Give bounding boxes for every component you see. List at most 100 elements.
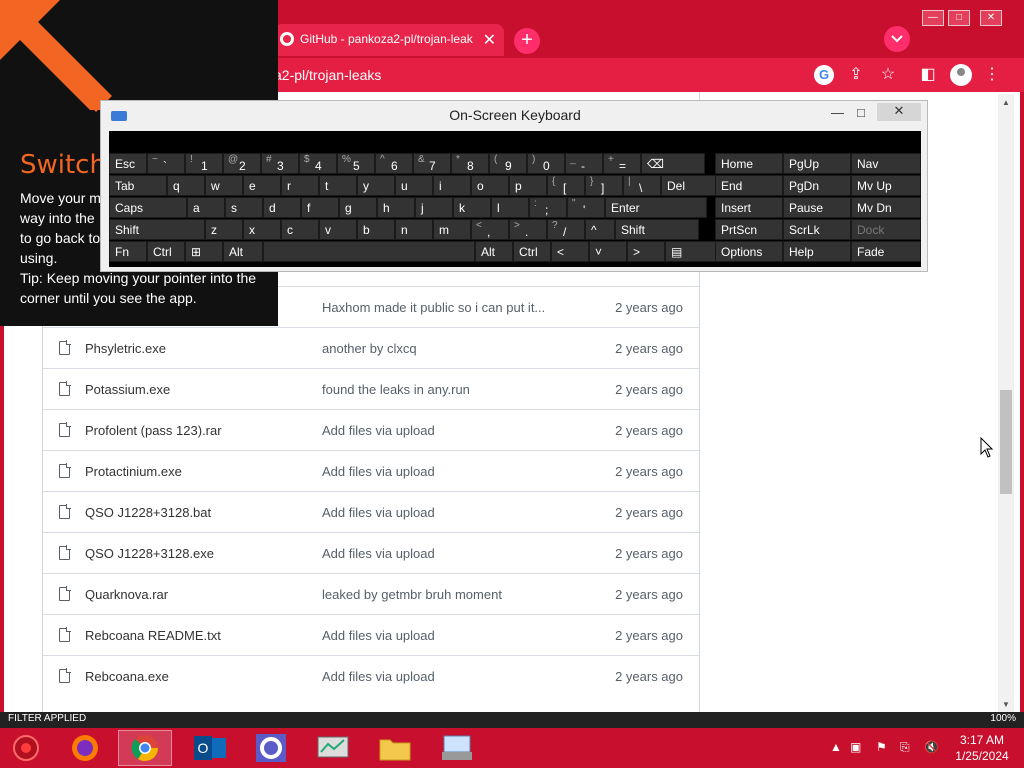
file-name[interactable]: Protactinium.exe xyxy=(85,464,182,479)
file-row[interactable]: Protactinium.exe Add files via upload 2 ye… xyxy=(43,450,699,491)
key-z[interactable]: z xyxy=(205,219,243,240)
key-caps[interactable]: Caps xyxy=(109,197,187,218)
key-r[interactable]: r xyxy=(281,175,319,196)
key-k[interactable]: k xyxy=(453,197,491,218)
key-options[interactable]: Options xyxy=(715,241,783,262)
key-help[interactable]: Help xyxy=(783,241,851,262)
key-1[interactable]: ! 1 xyxy=(185,153,223,174)
key-prtscn[interactable]: PrtScn xyxy=(715,219,783,240)
key-m[interactable]: m xyxy=(433,219,471,240)
key-[[interactable]: {[ xyxy=(547,175,585,196)
key-ctrl-right[interactable]: Ctrl xyxy=(513,241,551,262)
key-e[interactable]: e xyxy=(243,175,281,196)
commit-message[interactable]: Add files via upload xyxy=(322,628,435,643)
key-c[interactable]: c xyxy=(281,219,319,240)
key-b[interactable]: b xyxy=(357,219,395,240)
profile-avatar[interactable] xyxy=(950,64,972,86)
taskbar-outlook[interactable]: O xyxy=(182,730,236,766)
key-dock[interactable]: Dock xyxy=(851,219,921,240)
key-7[interactable]: & 7 xyxy=(413,153,451,174)
key-x[interactable]: x xyxy=(243,219,281,240)
key-u[interactable]: u xyxy=(395,175,433,196)
commit-message[interactable]: Add files via upload xyxy=(322,669,435,684)
osk-minimize-button[interactable]: — xyxy=(831,105,844,120)
start-button[interactable] xyxy=(4,730,58,766)
key-shift[interactable]: Shift xyxy=(109,219,205,240)
file-row[interactable]: Rebcoana README.txt Add files via upload 2… xyxy=(43,614,699,655)
google-icon[interactable]: G xyxy=(814,65,834,85)
key-;[interactable]: :; xyxy=(529,197,567,218)
file-name[interactable]: Potassium.exe xyxy=(85,382,170,397)
key-fn[interactable]: Fn xyxy=(109,241,147,262)
menu-kebab-icon[interactable]: ⋮ xyxy=(982,65,1002,85)
taskbar-clock[interactable]: 3:17 AM 1/25/2024 xyxy=(950,732,1014,764)
key-j[interactable]: j xyxy=(415,197,453,218)
key-f[interactable]: f xyxy=(301,197,339,218)
file-row[interactable]: Quarknova.rar leaked by getmbr bruh momen… xyxy=(43,573,699,614)
key-fade[interactable]: Fade xyxy=(851,241,921,262)
taskbar-settings[interactable] xyxy=(244,730,298,766)
key-9[interactable]: (9 xyxy=(489,153,527,174)
bookmark-star-icon[interactable]: ☆ xyxy=(878,65,898,85)
key-8[interactable]: * 8 xyxy=(451,153,489,174)
key-mv-dn[interactable]: Mv Dn xyxy=(851,197,921,218)
key-shift[interactable]: Shift xyxy=(615,219,699,240)
key-2[interactable]: @2 xyxy=(223,153,261,174)
key-\[interactable]: | \ xyxy=(623,175,661,196)
key-4[interactable]: $4 xyxy=(299,153,337,174)
key-esc[interactable]: Esc xyxy=(109,153,147,174)
key-left[interactable]: < xyxy=(551,241,589,262)
key-q[interactable]: q xyxy=(167,175,205,196)
key-mv-up[interactable]: Mv Up xyxy=(851,175,921,196)
key-p[interactable]: p xyxy=(509,175,547,196)
commit-message[interactable]: another by clxcq xyxy=(322,341,417,356)
key--[interactable]: _ - xyxy=(565,153,603,174)
key-nav[interactable]: Nav xyxy=(851,153,921,174)
key-alt-right[interactable]: Alt xyxy=(475,241,513,262)
close-button[interactable]: ✕ xyxy=(980,10,1002,26)
key-right[interactable]: > xyxy=(627,241,665,262)
key-pgup[interactable]: PgUp xyxy=(783,153,851,174)
file-name[interactable]: Phsyletric.exe xyxy=(85,341,166,356)
flag-icon[interactable]: ⚑ xyxy=(876,740,887,754)
key-'[interactable]: " ' xyxy=(567,197,605,218)
network-icon[interactable]: ▣ xyxy=(850,740,861,754)
tab-github[interactable]: GitHub - pankoza2-pl/trojan-leak ✕ xyxy=(274,24,504,56)
key-][interactable]: }] xyxy=(585,175,623,196)
volume-muted-icon[interactable]: 🔇 xyxy=(924,740,939,754)
file-name[interactable]: QSO J1228+3128.exe xyxy=(85,546,214,561)
key-.[interactable]: >. xyxy=(509,219,547,240)
key-/[interactable]: ? / xyxy=(547,219,585,240)
key-6[interactable]: ^ 6 xyxy=(375,153,413,174)
taskbar-explorer[interactable] xyxy=(368,730,422,766)
scroll-up-arrow[interactable]: ▲ xyxy=(998,96,1014,110)
key-backspace[interactable]: ⌫ xyxy=(641,153,705,174)
key-alt[interactable]: Alt xyxy=(223,241,263,262)
key-,[interactable]: <, xyxy=(471,219,509,240)
maximize-button[interactable]: □ xyxy=(948,10,970,26)
key-0[interactable]: ) 0 xyxy=(527,153,565,174)
commit-message[interactable]: Haxhom made it public so i can put it... xyxy=(322,300,545,315)
key-down[interactable]: ˅ xyxy=(589,241,627,262)
taskbar-firefox[interactable] xyxy=(58,730,112,766)
address-bar[interactable]: a2-pl/trojan-leaks xyxy=(274,67,381,83)
tray-overflow-arrow[interactable]: ▲ xyxy=(830,740,842,754)
file-name[interactable]: Rebcoana.exe xyxy=(85,669,169,684)
key-tab[interactable]: Tab xyxy=(109,175,167,196)
scrollbar-thumb[interactable] xyxy=(1000,390,1012,494)
key-space[interactable] xyxy=(263,241,475,262)
commit-message[interactable]: Add files via upload xyxy=(322,505,435,520)
file-row[interactable]: Rebcoana.exe Add files via upload 2 years … xyxy=(43,655,699,696)
key-s[interactable]: s xyxy=(225,197,263,218)
key-5[interactable]: % 5 xyxy=(337,153,375,174)
commit-message[interactable]: Add files via upload xyxy=(322,464,435,479)
key-l[interactable]: l xyxy=(491,197,529,218)
file-row[interactable]: Profolent (pass 123).rar Add files via up… xyxy=(43,409,699,450)
key-y[interactable]: y xyxy=(357,175,395,196)
file-row[interactable]: Potassium.exe found the leaks in any.run 2… xyxy=(43,368,699,409)
file-row[interactable]: Phsyletric.exe another by clxcq 2 years ag… xyxy=(43,327,699,368)
commit-message[interactable]: leaked by getmbr bruh moment xyxy=(322,587,502,602)
key-enter[interactable]: Enter xyxy=(605,197,707,218)
file-name[interactable]: Profolent (pass 123).rar xyxy=(85,423,222,438)
osk-maximize-button[interactable]: □ xyxy=(857,105,865,120)
